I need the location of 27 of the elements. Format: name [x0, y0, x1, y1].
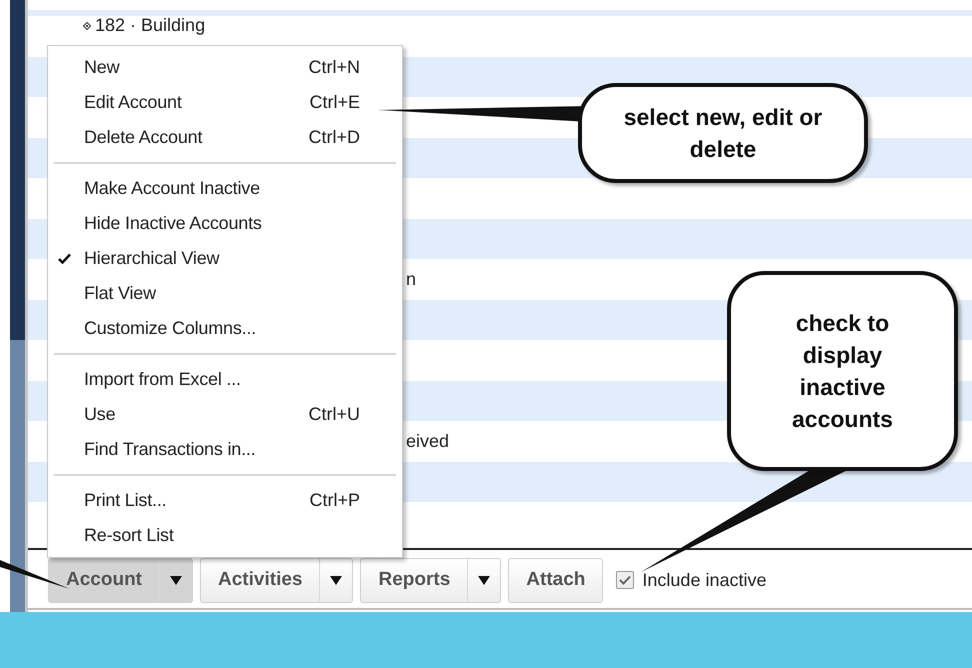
menu-item[interactable]: Customize Columns...	[48, 311, 402, 346]
menu-item[interactable]: Re-sort List	[48, 518, 402, 553]
menu-item[interactable]: Find Transactions in...	[48, 432, 402, 467]
account-name: 182 · Building	[95, 16, 206, 34]
menu-item[interactable]: Import from Excel ...	[48, 362, 402, 397]
callout: check to display inactive accounts	[727, 271, 958, 471]
toolbar-button[interactable]: Activities	[200, 558, 354, 602]
menu-item[interactable]: Use Ctrl+U	[48, 397, 402, 432]
check-icon	[619, 575, 632, 585]
menu-item[interactable]: New Ctrl+N	[48, 50, 402, 85]
menu-item[interactable]: Hide Inactive Accounts	[48, 206, 402, 241]
callout: select new, edit or delete	[578, 83, 868, 183]
menu-item[interactable]: Make Account Inactive	[48, 171, 402, 206]
menu-item[interactable]: Edit Account Ctrl+E	[48, 85, 402, 120]
menu-item[interactable]: Delete Account Ctrl+D	[48, 120, 402, 155]
menu-item[interactable]: Flat View	[48, 276, 402, 311]
toolbar-button[interactable]: Reports	[360, 558, 502, 602]
diamond-icon	[83, 22, 91, 30]
menu-item[interactable]: Print List... Ctrl+P	[48, 483, 402, 518]
account-name: eived	[406, 430, 450, 453]
toolbar-button[interactable]: Attach	[508, 558, 604, 602]
caret-icon	[478, 576, 490, 584]
menu-item[interactable]: Hierarchical View	[48, 241, 402, 276]
toolbar-button[interactable]: Account	[48, 558, 193, 602]
account-name: n	[406, 268, 416, 291]
caret-icon	[170, 576, 182, 584]
caret-icon	[330, 576, 342, 584]
